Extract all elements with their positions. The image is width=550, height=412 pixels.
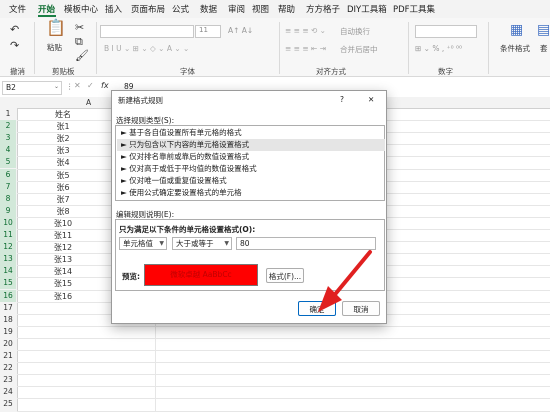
annotation-arrow bbox=[318, 250, 372, 312]
